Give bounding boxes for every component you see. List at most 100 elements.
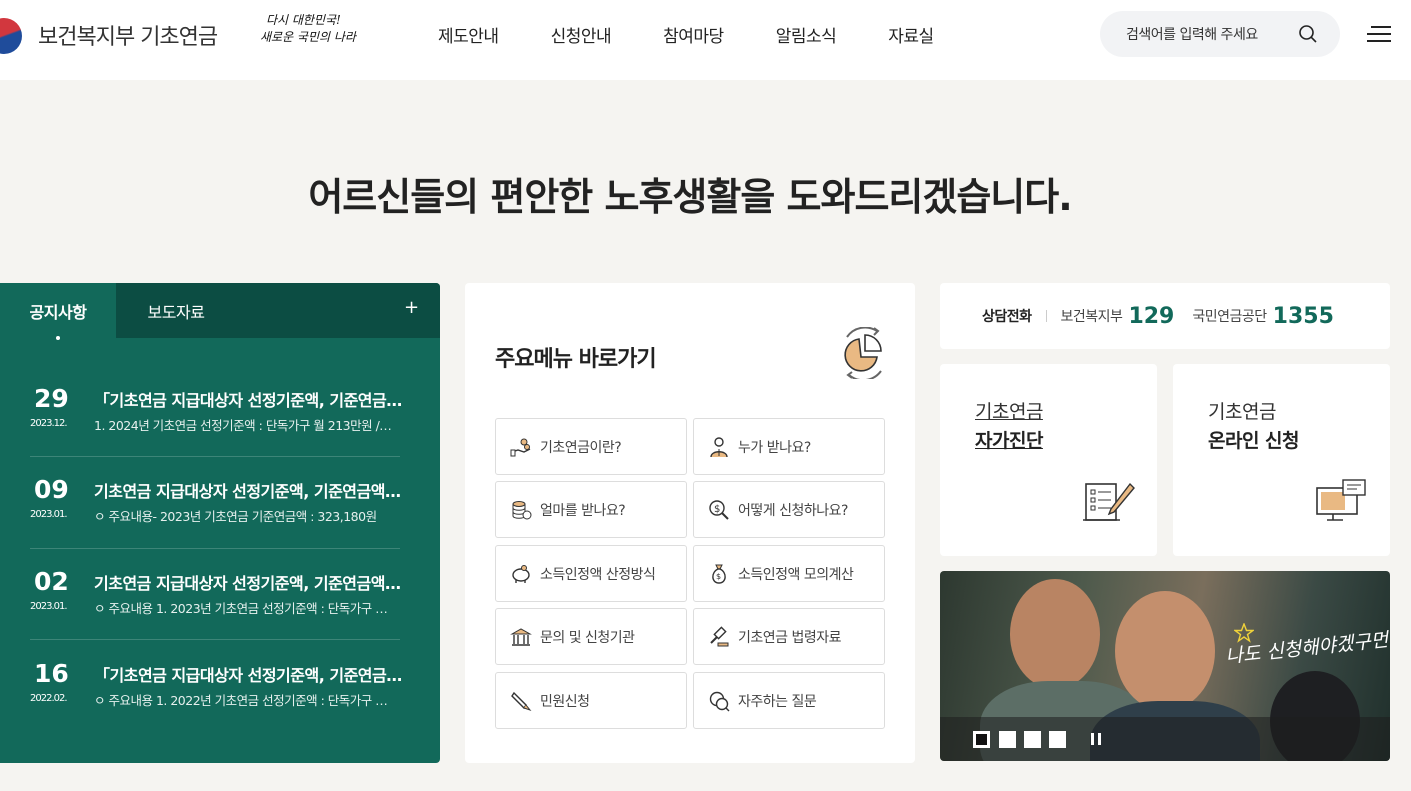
menu-button-contact-agency[interactable]: 문의 및 신청기관: [495, 608, 687, 665]
promo-banner[interactable]: 나도 신청해야겠구먼!: [940, 571, 1390, 761]
nav-item-system[interactable]: 제도안내: [438, 22, 499, 47]
gavel-icon: [710, 625, 729, 646]
menu-button-label: 자주하는 질문: [738, 693, 817, 710]
pen-hand-icon: [511, 691, 532, 711]
card-line-1: 기초연금: [1208, 401, 1276, 423]
main-nav: 제도안내 신청안내 참여마당 알림소식 자료실: [412, 22, 960, 47]
notice-title: 「기초연금 지급대상자 선정기준액, 기준연금…: [94, 391, 402, 410]
menu-hamburger-icon[interactable]: [1367, 24, 1391, 44]
notice-day: 02: [34, 567, 69, 596]
menu-button-how-much[interactable]: 얼마를 받나요?: [495, 481, 687, 538]
slide-indicator-4[interactable]: [1049, 731, 1066, 748]
self-diagnosis-card[interactable]: 기초연금 자가진단: [940, 364, 1157, 556]
slide-indicator-3[interactable]: [1024, 731, 1041, 748]
checklist-pen-icon: [1083, 482, 1135, 521]
pause-icon[interactable]: [1091, 733, 1101, 745]
notice-summary: ㅇ 주요내용 1. 2023년 기초연금 선정기준액 : 단독가구 …: [94, 601, 388, 616]
contact-number-nps[interactable]: 1355: [1273, 304, 1334, 329]
notice-day: 16: [34, 659, 69, 688]
quick-menu-title: 주요메뉴 바로가기: [495, 341, 657, 373]
slide-indicator-1[interactable]: [973, 731, 990, 748]
notice-tabs: 공지사항 보도자료 +: [0, 283, 440, 340]
notice-item[interactable]: 02 2023.01. 기초연금 지급대상자 선정기준액, 기준연금액… ㅇ 주…: [30, 539, 401, 631]
hero-suffix: 을 도와드리겠습니다.: [740, 175, 1072, 219]
svg-text:$: $: [714, 504, 720, 515]
slide-indicator-2[interactable]: [999, 731, 1016, 748]
contact-org-nps: 국민연금공단: [1192, 309, 1267, 325]
more-plus-icon[interactable]: +: [404, 297, 419, 318]
quick-menu-title-bold: 주요메뉴: [495, 347, 573, 372]
notice-yearmonth: 2022.02.: [30, 693, 68, 704]
pie-chart-icon: [844, 327, 882, 379]
contact-number-mohw[interactable]: 129: [1128, 304, 1174, 329]
contact-org-mohw: 보건복지부: [1060, 309, 1123, 325]
slogan-line-2: 새로운 국민의 나라: [260, 30, 356, 44]
quick-menu-title-rest: 바로가기: [571, 347, 657, 372]
svg-text:$: $: [716, 572, 721, 581]
menu-button-label: 문의 및 신청기관: [540, 629, 635, 646]
menu-button-what-is[interactable]: 기초연금이란?: [495, 418, 687, 475]
person-image: [1010, 579, 1100, 689]
hero-prefix: 어르신들의: [308, 175, 491, 219]
search-icon[interactable]: [1298, 24, 1318, 44]
person-image: [1115, 591, 1215, 711]
menu-button-who[interactable]: 누가 받나요?: [693, 418, 885, 475]
card-line-2: 온라인 신청: [1208, 430, 1300, 452]
site-logo[interactable]: 보건복지부 기초연금: [0, 14, 218, 56]
notice-panel: 공지사항 보도자료 + 29 2023.12. 「기초연금 지급대상자 선정기준…: [0, 283, 440, 763]
contact-label: 상담전화: [982, 309, 1032, 325]
online-application-card[interactable]: 기초연금 온라인 신청: [1173, 364, 1390, 556]
menu-button-label: 기초연금이란?: [540, 439, 622, 456]
tab-notices[interactable]: 공지사항: [0, 283, 116, 340]
menu-button-label: 민원신청: [540, 693, 590, 710]
nav-item-participation[interactable]: 참여마당: [663, 22, 724, 47]
notice-yearmonth: 2023.01.: [30, 509, 68, 520]
menu-button-label: 얼마를 받나요?: [540, 502, 626, 519]
notice-item[interactable]: 09 2023.01. 기초연금 지급대상자 선정기준액, 기준연금액… ㅇ 주…: [30, 447, 401, 539]
slogan: 다시 대한민국! 새로운 국민의 나라: [260, 12, 370, 46]
notice-title: 기초연금 지급대상자 선정기준액, 기준연금액…: [94, 482, 401, 501]
magnifier-dollar-icon: $: [709, 499, 729, 520]
menu-button-label: 소득인정액 모의계산: [738, 566, 854, 583]
notice-summary: ㅇ 주요내용 1. 2022년 기초연금 선정기준액 : 단독가구 …: [94, 693, 388, 708]
tab-press[interactable]: 보도자료: [116, 283, 236, 338]
menu-button-income-simulation[interactable]: $ 소득인정액 모의계산: [693, 545, 885, 602]
notice-yearmonth: 2023.12.: [30, 418, 68, 429]
notice-summary: ㅇ 주요내용- 2023년 기초연금 기준연금액 : 323,180원: [94, 509, 377, 524]
notice-title: 기초연금 지급대상자 선정기준액, 기준연금액…: [94, 574, 401, 593]
government-emblem-icon: [0, 14, 30, 56]
hero-bold: 편안한 노후생활: [490, 175, 741, 219]
nav-item-news[interactable]: 알림소식: [776, 22, 837, 47]
notice-summary: 1. 2024년 기초연금 선정기준액 : 단독가구 월 213만원 /…: [94, 418, 392, 433]
slogan-line-1: 다시 대한민국!: [266, 13, 341, 27]
notice-day: 09: [34, 475, 69, 504]
notice-item[interactable]: 16 2022.02. 「기초연금 지급대상자 선정기준액, 기준연금… ㅇ 주…: [30, 631, 402, 723]
monitor-mail-icon: [1316, 479, 1366, 521]
menu-button-label: 누가 받나요?: [738, 439, 811, 456]
search-placeholder: 검색어를 입력해 주세요: [1126, 27, 1258, 43]
notice-item[interactable]: 29 2023.12. 「기초연금 지급대상자 선정기준액, 기준연금… 1. …: [30, 356, 402, 448]
nav-item-resources[interactable]: 자료실: [888, 22, 934, 47]
menu-button-label: 기초연금 법령자료: [738, 629, 842, 646]
notice-yearmonth: 2023.01.: [30, 601, 68, 612]
menu-button-civil-petition[interactable]: 민원신청: [495, 672, 687, 729]
piggy-bank-icon: [512, 564, 530, 583]
chat-bubbles-icon: [709, 691, 730, 711]
nav-item-application[interactable]: 신청안내: [551, 22, 612, 47]
card-line-1: 기초연금: [975, 401, 1043, 423]
person-icon: [710, 436, 728, 457]
menu-button-how-apply[interactable]: $ 어떻게 신청하나요?: [693, 481, 885, 538]
menu-button-faq[interactable]: 자주하는 질문: [693, 672, 885, 729]
divider: [1045, 310, 1047, 322]
notice-title: 「기초연금 지급대상자 선정기준액, 기준연금…: [94, 666, 402, 685]
coin-stack-icon: [512, 500, 532, 519]
money-bag-icon: $: [712, 564, 726, 584]
menu-button-income-method[interactable]: 소득인정액 산정방식: [495, 545, 687, 602]
building-icon: [510, 627, 532, 646]
menu-button-label: 소득인정액 산정방식: [540, 566, 656, 583]
hero-heading: 어르신들의 편안한 노후생활을 도와드리겠습니다.: [0, 166, 1380, 221]
coins-hand-icon: [510, 438, 531, 456]
menu-button-law[interactable]: 기초연금 법령자료: [693, 608, 885, 665]
search-input[interactable]: 검색어를 입력해 주세요: [1100, 11, 1340, 57]
card-line-2: 자가진단: [975, 430, 1043, 452]
